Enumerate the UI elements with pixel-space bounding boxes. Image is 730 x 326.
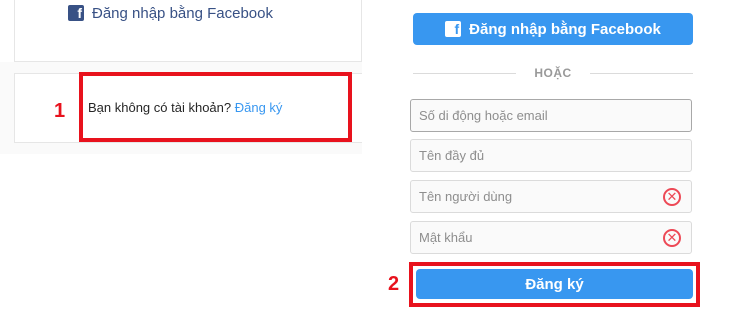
username-input[interactable] (419, 189, 663, 204)
contact-input[interactable] (419, 108, 691, 123)
facebook-login-label: Đăng nhập bằng Facebook (92, 4, 273, 22)
password-input[interactable] (419, 230, 663, 245)
highlight-box-2 (409, 262, 700, 307)
facebook-icon: f (68, 5, 84, 21)
error-icon: ✕ (663, 228, 681, 247)
step-number-1: 1 (54, 100, 66, 122)
divider-line (413, 72, 517, 74)
highlight-box-1 (79, 72, 352, 142)
facebook-login-button[interactable]: f Đăng nhập bằng Facebook (413, 13, 693, 45)
facebook-login-link[interactable]: f Đăng nhập bằng Facebook (68, 3, 273, 23)
divider-text: HOẶC (534, 66, 572, 80)
divider-line (589, 72, 693, 74)
error-icon: ✕ (663, 187, 681, 206)
facebook-button-label: Đăng nhập bằng Facebook (469, 20, 661, 38)
username-field[interactable]: ✕ (410, 180, 692, 213)
or-divider: HOẶC (413, 64, 693, 82)
facebook-icon: f (445, 21, 462, 37)
fullname-field[interactable] (410, 139, 692, 172)
contact-field[interactable] (410, 99, 692, 132)
password-field[interactable]: ✕ (410, 221, 692, 254)
fullname-input[interactable] (419, 148, 691, 163)
step-number-2: 2 (388, 273, 400, 295)
